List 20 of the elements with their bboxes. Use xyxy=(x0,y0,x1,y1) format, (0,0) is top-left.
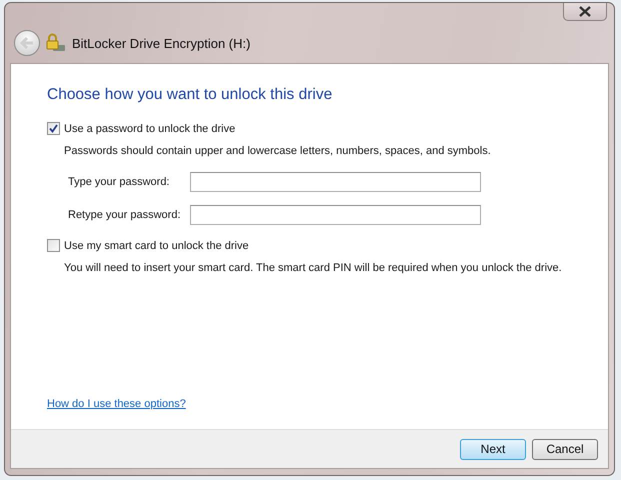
close-icon xyxy=(578,6,592,17)
back-arrow-icon xyxy=(19,36,35,50)
window-title: BitLocker Drive Encryption (H:) xyxy=(72,36,250,50)
option-description: Passwords should contain upper and lowercase letters, numbers, spaces, and symbols. xyxy=(64,145,492,157)
checkbox-label: Use a password to unlock the drive xyxy=(64,122,236,134)
field-label: Retype your password: xyxy=(68,209,182,221)
close-button[interactable] xyxy=(563,3,607,21)
password-field[interactable] xyxy=(190,205,481,225)
password-field[interactable] xyxy=(190,172,481,192)
cancel-button[interactable]: Cancel xyxy=(532,438,598,460)
checkbox[interactable] xyxy=(47,122,60,135)
next-button[interactable]: Next xyxy=(460,438,526,460)
checkbox[interactable] xyxy=(47,239,60,252)
checkbox-label: Use my smart card to unlock the drive xyxy=(64,240,249,252)
page-heading: Choose how you want to unlock this drive xyxy=(47,86,334,104)
help-link[interactable]: How do I use these options? xyxy=(47,398,186,410)
back-button[interactable] xyxy=(14,30,40,56)
field-label: Type your password: xyxy=(68,176,170,188)
padlock-drive-icon xyxy=(46,33,66,53)
option-description: You will need to insert your smart card. The smart card PIN will be required when you unlock the drive. xyxy=(64,262,563,274)
